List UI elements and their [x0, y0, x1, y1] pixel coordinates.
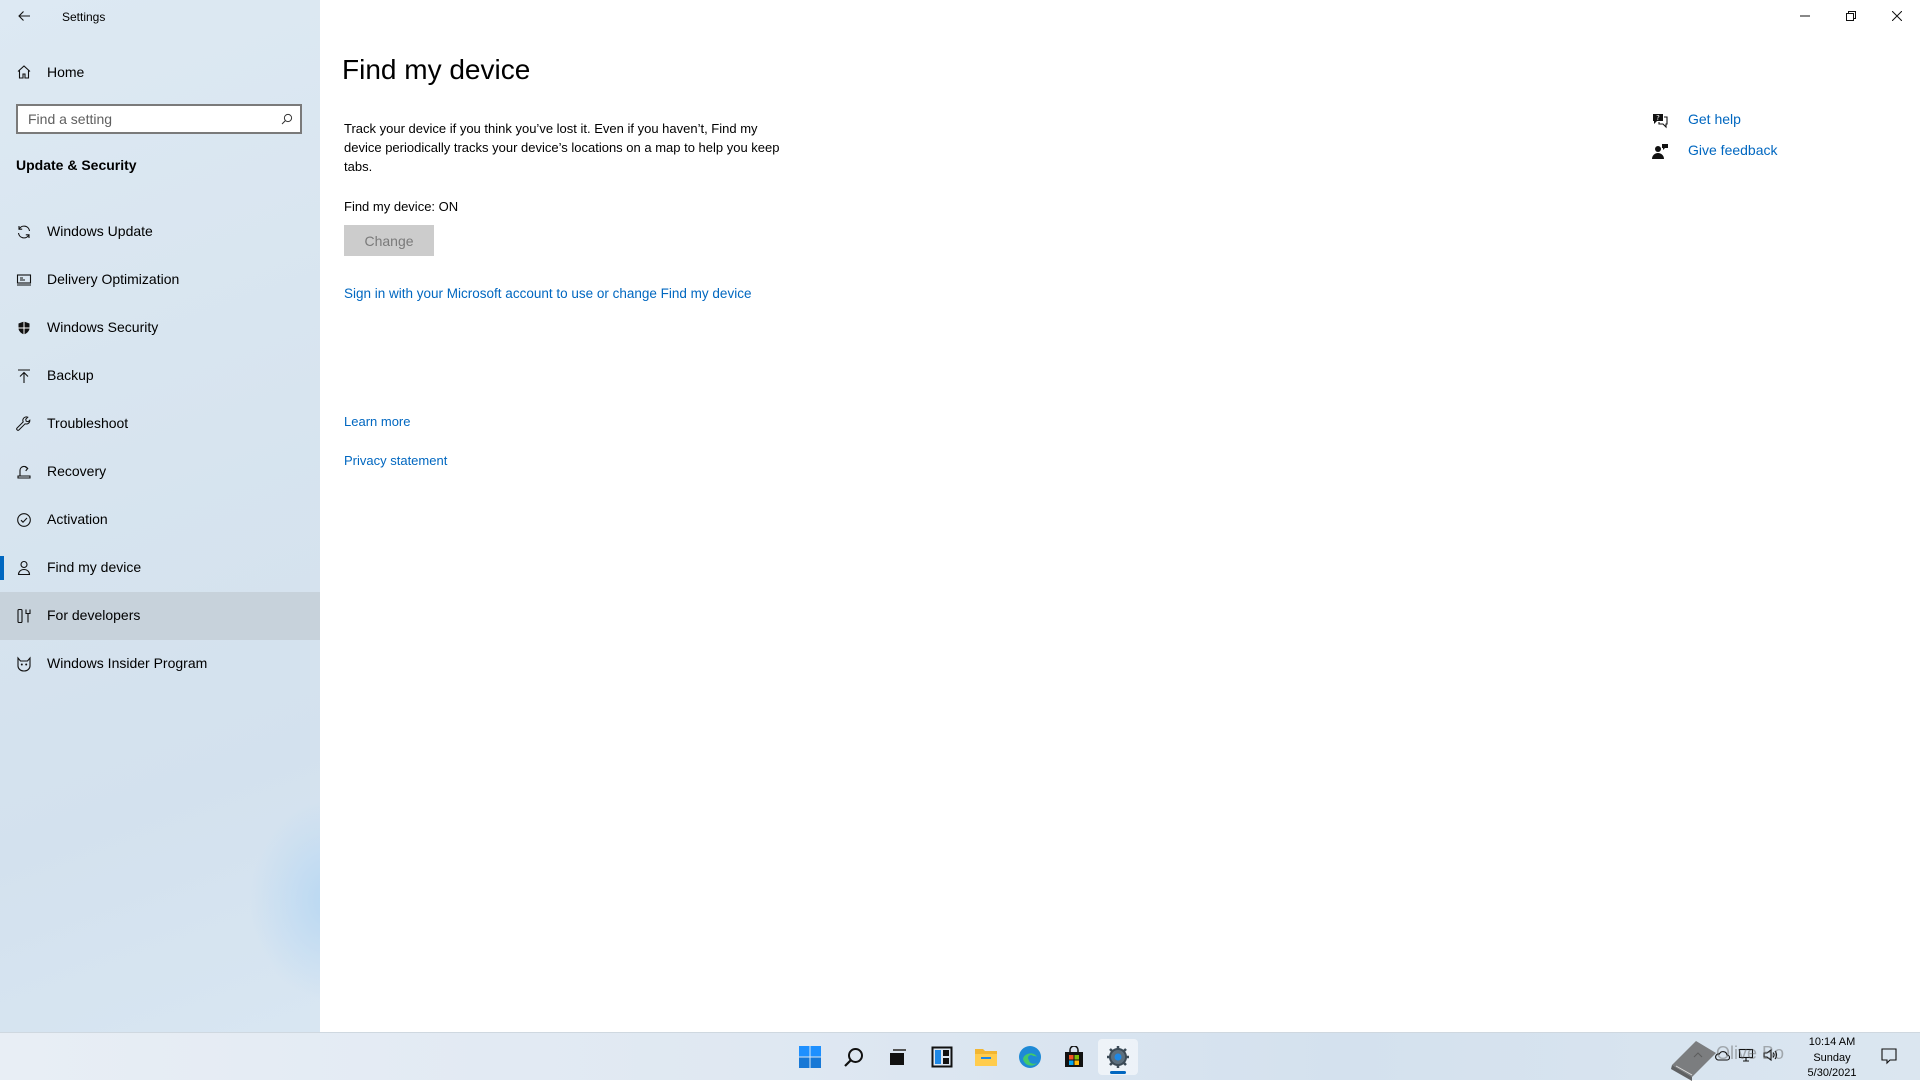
start-button[interactable] [790, 1039, 830, 1075]
store-button[interactable] [1054, 1039, 1094, 1075]
recovery-icon [15, 463, 33, 481]
section-title: Update & Security [16, 157, 137, 173]
sidebar-glow [250, 800, 320, 1000]
learn-more-link[interactable]: Learn more [344, 414, 410, 429]
search-icon[interactable] [280, 112, 294, 126]
description-text: Track your device if you think you’ve lo… [344, 121, 780, 174]
taskbar-search-button[interactable] [834, 1039, 874, 1075]
sidebar-item-label: Windows Insider Program [47, 655, 208, 671]
store-icon [1065, 1046, 1083, 1067]
clock-date: 5/30/2021 [1807, 1067, 1857, 1079]
edge-button[interactable] [1010, 1039, 1050, 1075]
sidebar-nav: Windows Update Delivery Optimization Win… [0, 208, 320, 688]
taskbar: 10:14 AM Sunday 5/30/2021 [0, 1032, 1920, 1080]
minimize-icon [1800, 15, 1810, 17]
taskbar-clock[interactable]: 10:14 AM Sunday 5/30/2021 [1796, 1035, 1868, 1082]
back-button[interactable] [8, 2, 40, 30]
window-controls [1782, 0, 1920, 32]
notification-center-icon[interactable] [1880, 1047, 1898, 1065]
book-watermark-icon [1671, 1041, 1716, 1081]
search-input[interactable] [18, 106, 278, 132]
sidebar-item-for-developers[interactable]: For developers [0, 592, 320, 640]
sidebar-item-activation[interactable]: Activation [0, 496, 320, 544]
check-circle-icon [15, 511, 33, 529]
settings-icon [1107, 1046, 1129, 1068]
sidebar-item-label: Backup [47, 367, 94, 383]
sidebar-item-backup[interactable]: Backup [0, 352, 320, 400]
sidebar-item-label: Activation [47, 511, 108, 527]
developer-tools-icon [15, 607, 33, 625]
privacy-statement-link[interactable]: Privacy statement [344, 453, 447, 468]
search-box [16, 104, 302, 134]
sidebar-item-label: For developers [47, 607, 141, 623]
app-title: Settings [62, 10, 106, 24]
give-feedback-row[interactable]: Give feedback [1650, 139, 1890, 170]
clock-time: 10:14 AM [1808, 1036, 1856, 1048]
sidebar-item-troubleshoot[interactable]: Troubleshoot [0, 400, 320, 448]
sidebar: Settings Home Update & Security Windows … [0, 0, 320, 1032]
sidebar-item-label: Delivery Optimization [47, 271, 180, 287]
sidebar-item-windows-security[interactable]: Windows Security [0, 304, 320, 352]
give-feedback-link[interactable]: Give feedback [1688, 142, 1778, 158]
settings-taskbar-button[interactable] [1098, 1039, 1138, 1075]
sidebar-item-label: Recovery [47, 463, 107, 479]
change-button[interactable]: Change [344, 225, 434, 256]
taskbar-apps [788, 1039, 1140, 1075]
get-help-row[interactable]: ? Get help [1650, 108, 1890, 139]
file-explorer-icon [975, 1049, 997, 1066]
sidebar-item-label: Windows Security [47, 319, 159, 335]
watermark-text: Olive Bo [1716, 1043, 1785, 1063]
sidebar-item-label: Windows Update [47, 223, 153, 239]
sync-icon [15, 223, 33, 241]
close-icon [1892, 11, 1902, 21]
widgets-button[interactable] [922, 1039, 962, 1075]
sidebar-item-label: Troubleshoot [47, 415, 129, 431]
sidebar-item-windows-update[interactable]: Windows Update [0, 208, 320, 256]
sidebar-item-windows-insider-program[interactable]: Windows Insider Program [0, 640, 320, 688]
task-view-button[interactable] [878, 1039, 918, 1075]
task-view-icon [890, 1049, 906, 1065]
insider-cat-icon [15, 655, 33, 673]
shield-icon [15, 319, 33, 337]
file-explorer-button[interactable] [966, 1039, 1006, 1075]
back-arrow-icon [18, 11, 30, 21]
home-icon [15, 63, 33, 81]
sidebar-item-delivery-optimization[interactable]: Delivery Optimization [0, 256, 320, 304]
sidebar-item-find-my-device[interactable]: Find my device [0, 544, 320, 592]
start-icon [799, 1046, 821, 1068]
sidebar-item-label: Find my device [47, 559, 142, 575]
search-icon [844, 1048, 863, 1067]
wrench-icon [15, 415, 33, 433]
main-content: Find my device Track your device if you … [320, 0, 1920, 1032]
restore-button[interactable] [1828, 0, 1874, 32]
help-panel: ? Get help Give feedback [1650, 108, 1890, 170]
edge-icon [1019, 1046, 1041, 1068]
get-help-link[interactable]: Get help [1688, 111, 1741, 127]
restore-icon [1846, 11, 1856, 21]
person-location-icon [15, 559, 33, 577]
clock-day: Sunday [1813, 1051, 1851, 1064]
sidebar-item-home[interactable]: Home [0, 56, 320, 88]
feedback-person-icon [1650, 141, 1670, 161]
sidebar-item-label: Home [47, 64, 85, 80]
backup-icon [15, 367, 33, 385]
title-bar-left: Settings [0, 0, 320, 32]
widgets-icon [931, 1046, 953, 1068]
find-my-device-status: Find my device: ON [344, 199, 459, 214]
sign-in-link[interactable]: Sign in with your Microsoft account to u… [344, 286, 751, 301]
sidebar-item-recovery[interactable]: Recovery [0, 448, 320, 496]
delivery-optimization-icon [15, 271, 33, 289]
close-button[interactable] [1874, 0, 1920, 32]
help-chat-icon: ? [1650, 110, 1670, 130]
page-title: Find my device [342, 54, 531, 85]
minimize-button[interactable] [1782, 0, 1828, 32]
svg-text:?: ? [1656, 114, 1660, 122]
